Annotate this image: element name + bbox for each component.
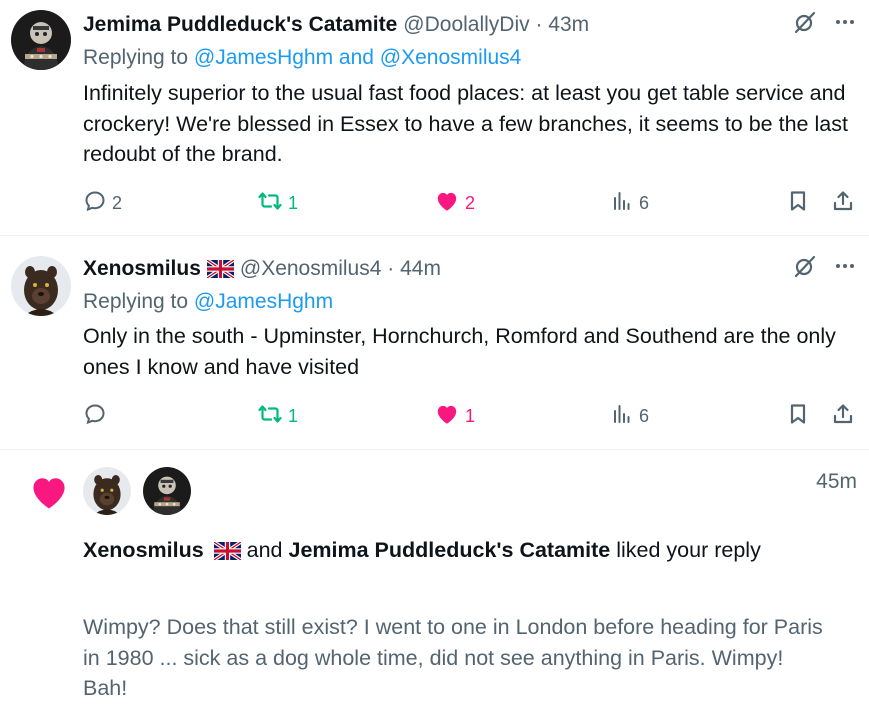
like-button[interactable]: 2	[434, 188, 475, 218]
reply-mentions[interactable]: @JamesHghm	[194, 290, 333, 313]
views-button[interactable]: 6	[610, 401, 649, 431]
uk-flag-icon	[214, 542, 241, 560]
action-text: liked your reply	[610, 538, 761, 562]
bookmark-button[interactable]	[786, 401, 810, 431]
share-button[interactable]	[831, 188, 855, 218]
grok-icon[interactable]	[793, 10, 817, 40]
bookmark-icon	[786, 189, 810, 218]
tweet[interactable]: Xenosmilus @Xenosmilus4 · 44m Replying t…	[0, 236, 869, 450]
avatar[interactable]	[143, 467, 191, 515]
tweet-text: Only in the south - Upminster, Hornchurc…	[83, 324, 836, 379]
bookmark-button[interactable]	[786, 188, 810, 218]
retweet-button[interactable]: 1	[257, 401, 298, 431]
avatar[interactable]	[11, 256, 71, 316]
tweet-header: Jemima Puddleduck's Catamite @DoolallyDi…	[83, 11, 869, 39]
views-count: 6	[639, 405, 650, 426]
retweet-button[interactable]: 1	[257, 188, 298, 218]
avatar[interactable]	[83, 467, 131, 515]
reply-button[interactable]: 2	[83, 188, 122, 218]
retweet-count: 1	[288, 192, 299, 213]
tweet[interactable]: Jemima Puddleduck's Catamite @DoolallyDi…	[0, 0, 869, 236]
like-button[interactable]: 1	[434, 401, 475, 431]
share-icon	[831, 189, 855, 218]
reply-button[interactable]	[83, 401, 112, 431]
notification-text: Xenosmilus and Jemima Puddleduck's Catam…	[83, 535, 823, 566]
connector-text: and	[240, 538, 289, 562]
share-icon	[831, 402, 855, 431]
author-handle-time[interactable]: @DoolallyDiv · 43m	[403, 13, 589, 37]
header-icons	[793, 255, 857, 283]
author-name[interactable]: Xenosmilus	[83, 257, 201, 281]
like-count: 2	[465, 192, 476, 213]
more-icon[interactable]	[833, 10, 857, 40]
tweet-actions: 2 1 2 6	[83, 188, 857, 218]
grok-icon[interactable]	[793, 254, 817, 284]
reply-icon	[83, 189, 107, 218]
avatar[interactable]	[11, 10, 71, 70]
views-button[interactable]: 6	[610, 188, 649, 218]
views-icon	[610, 189, 634, 218]
reply-count: 2	[112, 192, 123, 213]
heart-icon	[434, 188, 460, 219]
heart-icon	[27, 470, 71, 519]
replying-to-label: Replying to	[83, 290, 194, 313]
views-icon	[610, 402, 634, 431]
author-name[interactable]: Jemima Puddleduck's Catamite	[83, 13, 397, 37]
reply-mentions[interactable]: @JamesHghm and @Xenosmilus4	[194, 46, 521, 69]
retweet-icon	[257, 189, 283, 218]
liker-name[interactable]: Jemima Puddleduck's Catamite	[289, 538, 611, 562]
header-icons	[793, 11, 857, 39]
bookmark-icon	[786, 402, 810, 431]
notification-time: 45m	[816, 470, 857, 493]
replying-to: Replying to @JamesHghm and @Xenosmilus4	[83, 46, 521, 70]
reply-icon	[83, 402, 107, 431]
tweet-text: Infinitely superior to the usual fast fo…	[83, 81, 848, 166]
views-count: 6	[639, 192, 650, 213]
uk-flag-icon	[207, 260, 234, 278]
replying-to-label: Replying to	[83, 46, 194, 69]
like-count: 1	[465, 405, 476, 426]
heart-icon	[434, 401, 460, 432]
retweet-icon	[257, 402, 283, 431]
more-icon[interactable]	[833, 254, 857, 284]
liker-name[interactable]: Xenosmilus	[83, 538, 204, 562]
share-button[interactable]	[831, 401, 855, 431]
author-handle-time[interactable]: @Xenosmilus4 · 44m	[240, 257, 441, 281]
retweet-count: 1	[288, 405, 299, 426]
replying-to: Replying to @JamesHghm	[83, 290, 333, 314]
tweet-actions: 1 1 6	[83, 401, 857, 431]
tweet-header: Xenosmilus @Xenosmilus4 · 44m	[83, 255, 869, 283]
liked-reply-text: Wimpy? Does that still exist? I went to …	[83, 615, 823, 700]
